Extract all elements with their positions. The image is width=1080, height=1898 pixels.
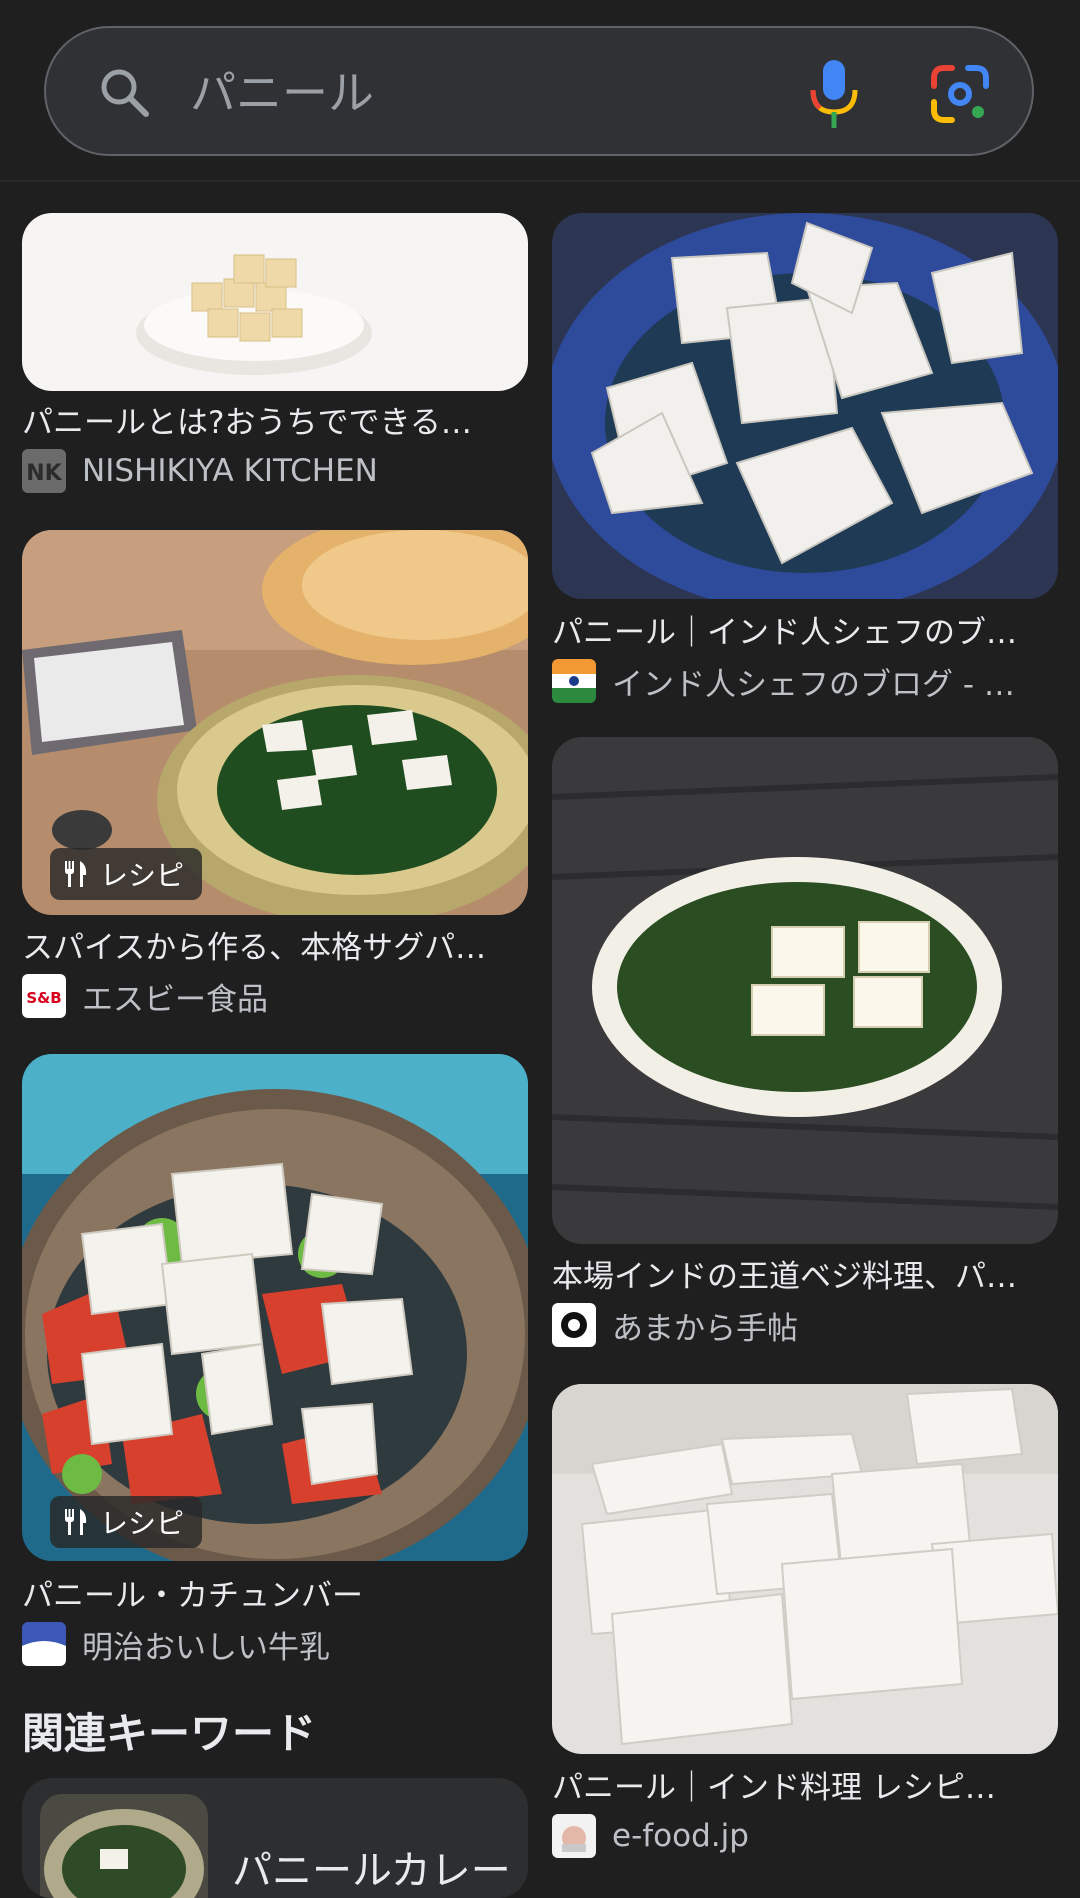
result-title[interactable]: 本場インドの王道ベジ料理、パ…: [552, 1251, 1058, 1296]
source-name: エスビー食品: [82, 981, 268, 1018]
result-source[interactable]: e-food.jp: [552, 1814, 1058, 1858]
related-keyword-item[interactable]: パニールカレー: [22, 1778, 528, 1898]
source-name: e-food.jp: [612, 1818, 749, 1854]
search-icon[interactable]: [96, 64, 152, 120]
mic-icon[interactable]: [804, 56, 864, 132]
recipe-badge: レシピ: [50, 1496, 203, 1548]
svg-text:NK: NK: [26, 461, 62, 486]
result-image[interactable]: [552, 213, 1058, 599]
lens-icon[interactable]: [930, 64, 990, 124]
fork-knife-icon: [65, 861, 87, 887]
source-name: インド人シェフのブログ - …: [612, 666, 1015, 703]
result-source[interactable]: あまから手帖: [552, 1303, 1058, 1347]
favicon-nishikiya: NK: [22, 449, 66, 493]
result-title[interactable]: パニール・カチュンバー: [22, 1570, 528, 1615]
svg-text:S&B: S&B: [26, 989, 61, 1007]
result-source[interactable]: 明治おいしい牛乳: [22, 1622, 528, 1666]
result-title[interactable]: スパイスから作る、本格サグパ…: [22, 922, 528, 967]
result-title[interactable]: パニール｜インド料理 レシピ…: [552, 1762, 1058, 1807]
source-name: あまから手帖: [612, 1310, 798, 1347]
recipe-badge-label: レシピ: [100, 859, 185, 892]
source-name: NISHIKIYA KITCHEN: [82, 453, 378, 489]
result-title[interactable]: パニール｜インド人シェフのブ…: [552, 607, 1058, 652]
favicon-meiji: [22, 1622, 66, 1666]
source-name: 明治おいしい牛乳: [82, 1629, 330, 1666]
result-title[interactable]: パニールとは?おうちでできる…: [22, 397, 528, 442]
favicon-efood: [552, 1814, 596, 1858]
result-source[interactable]: S&B エスビー食品: [22, 974, 528, 1018]
result-image[interactable]: [22, 213, 528, 391]
related-keywords-heading: 関連キーワード: [22, 1709, 317, 1758]
recipe-badge: レシピ: [50, 848, 203, 900]
favicon-amakara: [552, 1303, 596, 1347]
result-source[interactable]: インド人シェフのブログ - …: [552, 659, 1058, 703]
favicon-sb: S&B: [22, 974, 66, 1018]
result-image[interactable]: [552, 737, 1058, 1244]
search-input[interactable]: [186, 54, 750, 132]
recipe-badge-label: レシピ: [100, 1507, 185, 1540]
result-image[interactable]: [552, 1384, 1058, 1754]
related-keyword-label: パニールカレー: [232, 1848, 511, 1894]
favicon-india-flag: [552, 659, 596, 703]
fork-knife-icon: [65, 1509, 87, 1535]
header-divider: [0, 180, 1080, 182]
search-bar[interactable]: [44, 26, 1034, 156]
related-keyword-image: [40, 1794, 208, 1898]
result-source[interactable]: NK NISHIKIYA KITCHEN: [22, 449, 528, 493]
result-image[interactable]: [22, 1054, 528, 1561]
